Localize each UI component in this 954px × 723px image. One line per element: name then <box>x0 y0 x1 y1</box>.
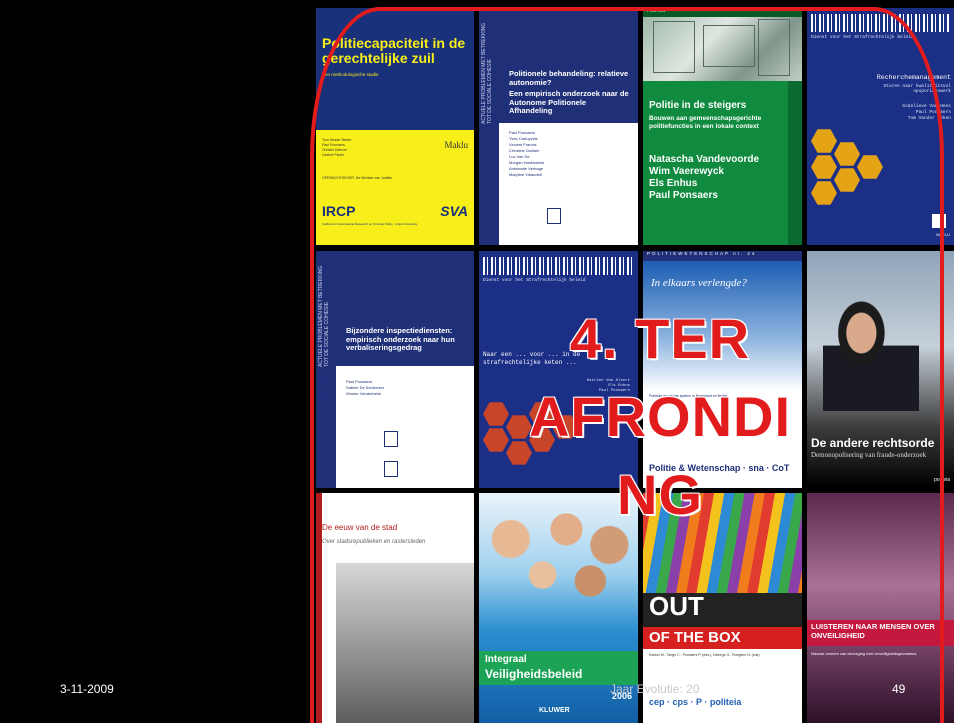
footer-title: Jaar Evolutie: 20 jaar Politiewetenschap <box>610 682 700 696</box>
footer-date: 3-11-2009 <box>60 682 114 696</box>
slide-heading-line: NG <box>617 463 703 526</box>
page-number: 49 <box>892 682 906 696</box>
slide-heading-line: AFRONDI <box>528 385 792 448</box>
slide-heading-line: 4. TER <box>569 307 751 370</box>
slide: Politiecapaciteit in de gerechtelijke zu… <box>0 0 954 723</box>
slide-heading: 4. TER AFRONDI NG <box>500 300 820 534</box>
